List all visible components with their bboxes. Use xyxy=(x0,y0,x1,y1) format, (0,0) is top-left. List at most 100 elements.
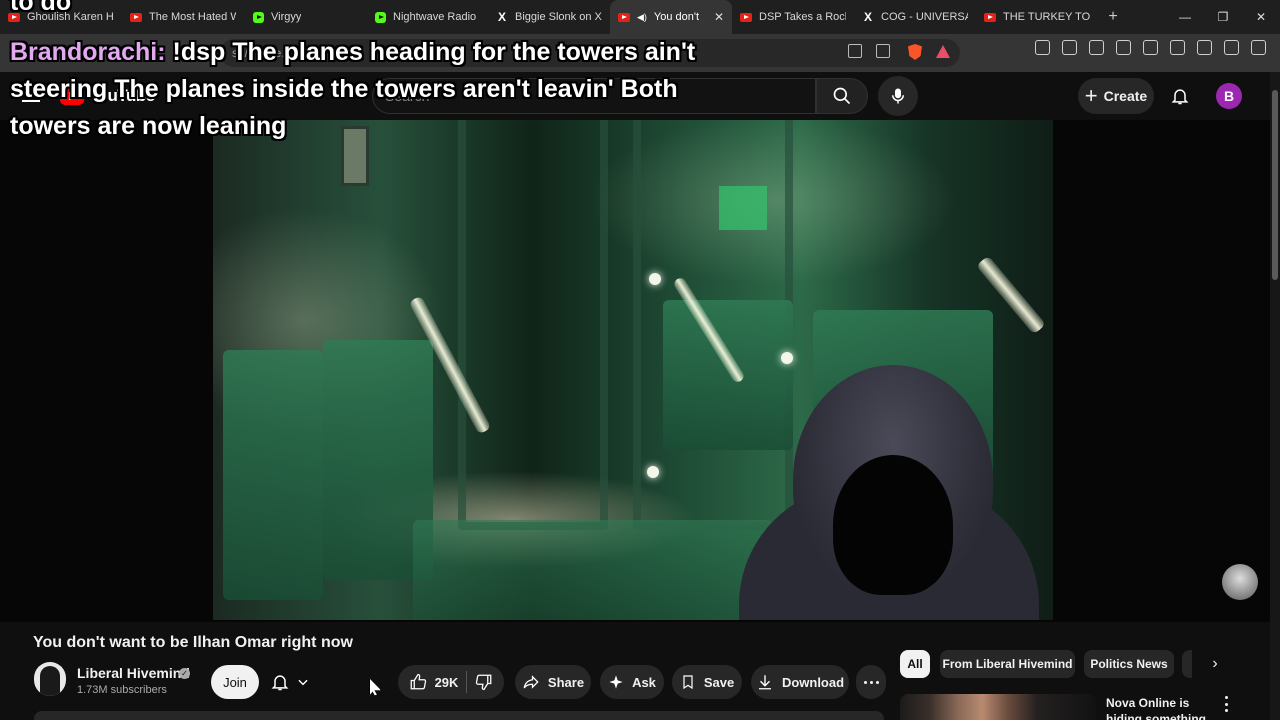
browser-tab[interactable]: THE TURKEY TOM xyxy=(976,0,1098,34)
address-bar-actions xyxy=(848,44,890,58)
chip-partial[interactable] xyxy=(1182,650,1192,678)
like-divider xyxy=(466,671,468,693)
bell-icon xyxy=(271,675,289,691)
sparkle-icon xyxy=(609,675,623,689)
browser-tab-active[interactable]: ◀) You don't ✕ xyxy=(610,0,732,34)
browser-tab-strip: Ghoulish Karen Ha The Most Hated W Virgy… xyxy=(0,0,1280,34)
light-dot xyxy=(647,466,659,478)
channel-avatar[interactable] xyxy=(34,662,66,696)
youtube-icon xyxy=(618,11,630,23)
screenshot-icon[interactable] xyxy=(1089,40,1104,55)
channel-name[interactable]: Liberal Hivemind xyxy=(77,665,190,681)
subway-seat xyxy=(413,520,773,620)
page-scrollbar[interactable] xyxy=(1270,72,1280,720)
thumbs-down-icon[interactable] xyxy=(475,673,493,691)
bell-icon xyxy=(1171,89,1189,105)
join-button[interactable]: Join xyxy=(211,665,259,699)
browser-extension-icons xyxy=(1035,40,1266,55)
vpn-icon[interactable] xyxy=(1224,40,1239,55)
menu-icon[interactable] xyxy=(1251,40,1266,55)
browser-tab[interactable]: The Most Hated W xyxy=(122,0,244,34)
kick-icon xyxy=(374,11,386,23)
recommendation-thumbnail[interactable] xyxy=(900,694,1096,720)
streamer-avatar-icon xyxy=(1222,564,1258,600)
hooded-figure xyxy=(739,365,1039,620)
subway-seat xyxy=(223,350,323,600)
youtube-icon xyxy=(740,11,752,23)
close-tab-icon[interactable]: ✕ xyxy=(714,10,724,24)
account-avatar[interactable]: B xyxy=(1216,83,1242,109)
notifications-button[interactable] xyxy=(1166,82,1194,110)
verified-icon: ✓ xyxy=(179,668,190,679)
browser-tab[interactable]: X Biggie Slonk on X xyxy=(488,0,610,34)
new-tab-button[interactable]: + xyxy=(1098,8,1128,26)
voice-search-button[interactable] xyxy=(878,76,918,116)
microphone-icon xyxy=(892,88,904,104)
chat-username: Brandorachi: xyxy=(10,38,166,66)
music-icon[interactable] xyxy=(1116,40,1131,55)
subscription-bell-button[interactable] xyxy=(270,667,328,697)
dot xyxy=(875,680,879,684)
mouse-cursor xyxy=(369,678,381,696)
create-button-label: Create xyxy=(1103,88,1148,104)
share-button[interactable]: Share xyxy=(515,665,591,699)
minimize-button[interactable]: — xyxy=(1166,0,1204,34)
x-icon: X xyxy=(497,10,506,24)
share-page-icon[interactable] xyxy=(876,44,890,58)
save-label: Save xyxy=(703,674,735,690)
sidebar-icon[interactable] xyxy=(1143,40,1158,55)
chip-from-channel[interactable]: From Liberal Hivemind xyxy=(940,650,1075,678)
bookmark-icon xyxy=(683,675,693,690)
chip-all[interactable]: All xyxy=(900,650,930,678)
download-button[interactable]: Download xyxy=(751,665,849,699)
window-controls: — ❐ ✕ xyxy=(1166,0,1280,34)
puzzle-icon[interactable] xyxy=(1062,40,1077,55)
subway-screen xyxy=(719,186,767,230)
download-icon xyxy=(758,675,771,690)
leo-icon[interactable] xyxy=(1197,40,1212,55)
youtube-icon xyxy=(130,11,142,23)
share-label: Share xyxy=(547,674,585,690)
subway-door xyxy=(458,120,608,530)
download-label: Download xyxy=(781,674,845,690)
search-icon xyxy=(833,87,851,105)
ask-label: Ask xyxy=(632,674,656,690)
youtube-icon xyxy=(984,11,996,23)
more-actions-button[interactable] xyxy=(856,665,886,699)
scrollbar-thumb[interactable] xyxy=(1272,90,1278,280)
kick-icon xyxy=(252,11,264,23)
restore-button[interactable]: ❐ xyxy=(1204,0,1242,34)
search-button[interactable] xyxy=(816,78,868,114)
chip-politics-news[interactable]: Politics News xyxy=(1084,650,1174,678)
close-window-button[interactable]: ✕ xyxy=(1242,0,1280,34)
light-dot xyxy=(649,273,661,285)
light-dot xyxy=(781,352,793,364)
ask-button[interactable]: Ask xyxy=(600,665,664,699)
chevron-down-icon xyxy=(298,679,308,686)
cast-icon[interactable] xyxy=(848,44,862,58)
like-count[interactable]: 29K xyxy=(435,675,459,690)
recommendation-menu-icon[interactable] xyxy=(1222,696,1230,712)
browser-tab[interactable]: XCOG - UNIVERSAL xyxy=(854,0,976,34)
chevron-right-icon[interactable]: › xyxy=(1204,652,1226,676)
speaker-icon: ◀) xyxy=(637,11,647,22)
plus-icon: + xyxy=(1084,83,1098,108)
dot xyxy=(863,680,867,684)
chat-overlay-fragment: to do xyxy=(10,0,72,16)
browser-tab[interactable]: Virgyy xyxy=(244,0,366,34)
save-button[interactable]: Save xyxy=(672,665,742,699)
browser-tab[interactable]: DSP Takes a Rock xyxy=(732,0,854,34)
browser-tab[interactable]: Nightwave Radio xyxy=(366,0,488,34)
description-box[interactable] xyxy=(34,711,884,720)
like-dislike-group: 29K xyxy=(398,665,504,699)
x-icon: X xyxy=(863,10,872,24)
brave-rewards-icon[interactable] xyxy=(936,45,950,58)
recommendation-title[interactable]: Nova Online is hiding something xyxy=(1106,695,1216,720)
thumbs-up-icon[interactable] xyxy=(409,673,427,691)
video-player[interactable] xyxy=(213,120,1053,620)
wallet-icon[interactable] xyxy=(1170,40,1185,55)
create-button[interactable]: + Create xyxy=(1078,78,1154,114)
share-arrow-icon xyxy=(523,675,539,689)
video-title: You don't want to be Ilhan Omar right no… xyxy=(33,634,353,651)
extension-icon[interactable] xyxy=(1035,40,1050,55)
